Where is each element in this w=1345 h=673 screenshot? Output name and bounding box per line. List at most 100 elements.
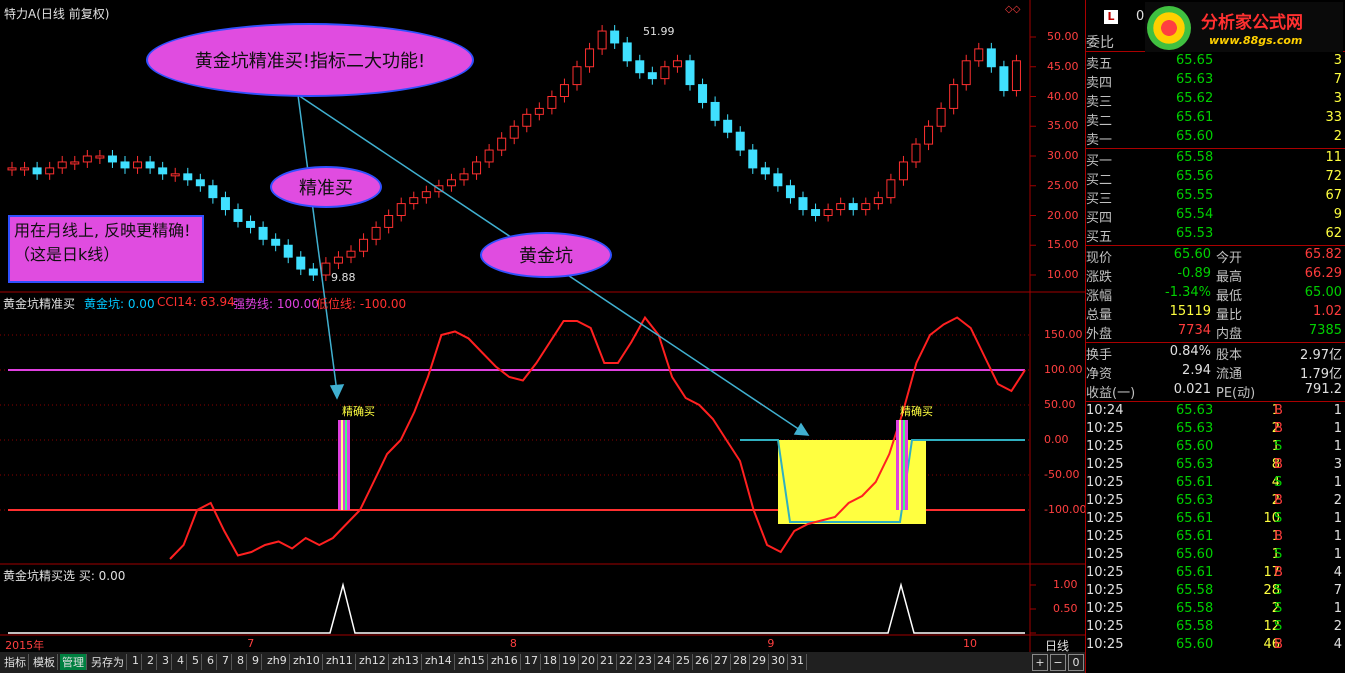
tab-27[interactable]: 27: [712, 654, 731, 670]
quote-value: 7734: [1177, 323, 1211, 338]
tab-zh11[interactable]: zh11: [324, 654, 356, 670]
quote-row: 现价 65.60 今开 65.82: [1086, 246, 1345, 266]
candle-body: [346, 250, 356, 258]
fundamental-label: 股本: [1216, 348, 1243, 363]
tab-5[interactable]: 5: [190, 654, 202, 670]
price-axis-label: 10.00: [1047, 268, 1079, 281]
candle-body: [886, 179, 896, 199]
indicator2-axis-label: 1.00: [1053, 578, 1078, 591]
reset-button[interactable]: 0: [1068, 654, 1084, 671]
fundamental-row: 净资 2.94 流通 1.79亿: [1086, 362, 1345, 382]
tab-29[interactable]: 29: [750, 654, 769, 670]
date-axis-label: 9: [767, 637, 775, 650]
tab-24[interactable]: 24: [655, 654, 674, 670]
tab-28[interactable]: 28: [731, 654, 750, 670]
tick-time: 10:25: [1086, 439, 1124, 454]
tab-21[interactable]: 21: [598, 654, 617, 670]
tick-side: S: [1274, 601, 1283, 616]
fundamental-value: 2.94: [1182, 363, 1211, 378]
tick-price: 65.58: [1176, 583, 1214, 598]
candle-body: [396, 203, 406, 217]
candle-body: [321, 262, 331, 276]
candle-body: [811, 209, 821, 217]
buy-marker-label-1: 精确买: [342, 405, 375, 418]
price-axis-label: 40.00: [1047, 89, 1079, 103]
indicator1-name: 黄金坑精准买: [3, 297, 76, 311]
tick-side: B: [1274, 421, 1283, 436]
tab-19[interactable]: 19: [560, 654, 579, 670]
indicator1-axis-label: 150.00: [1044, 328, 1083, 341]
tab-8[interactable]: 8: [235, 654, 247, 670]
tab-25[interactable]: 25: [674, 654, 693, 670]
candle-body: [572, 66, 582, 86]
candle-body: [497, 137, 507, 151]
tab-18[interactable]: 18: [541, 654, 560, 670]
tick-time: 10:25: [1086, 601, 1124, 616]
tab-管理[interactable]: 管理: [60, 654, 87, 670]
tab-20[interactable]: 20: [579, 654, 598, 670]
tab-1[interactable]: 1: [130, 654, 142, 670]
candle-body: [597, 30, 607, 50]
tab-31[interactable]: 31: [788, 654, 807, 670]
candle-body: [898, 161, 908, 181]
tick-count: 1: [1333, 421, 1342, 436]
price-axis-label: 45.00: [1047, 59, 1079, 73]
zoom-in-button[interactable]: +: [1032, 654, 1048, 671]
tick-row: 10:25 65.60 1 S 1: [1086, 546, 1345, 565]
tab-17[interactable]: 17: [522, 654, 541, 670]
bid-price: 65.58: [1176, 150, 1214, 165]
low-price-label: 9.88: [331, 271, 356, 284]
zoom-out-button[interactable]: −: [1050, 654, 1066, 671]
candle-body: [446, 179, 456, 187]
tab-4[interactable]: 4: [175, 654, 187, 670]
tab-zh10[interactable]: zh10: [291, 654, 323, 670]
indicator1-axis-label: -100.00: [1044, 503, 1087, 516]
quote-value: 65.60: [1173, 247, 1211, 262]
tab-30[interactable]: 30: [769, 654, 788, 670]
tick-time: 10:25: [1086, 529, 1124, 544]
bid-label: 买一: [1086, 154, 1113, 169]
ask-label: 卖五: [1086, 57, 1113, 72]
diamond-icon[interactable]: ◇◇: [1005, 4, 1020, 15]
fundamental-label: 净资: [1086, 367, 1113, 382]
tick-price: 65.61: [1176, 565, 1214, 580]
candle-body: [723, 119, 733, 133]
candle-body: [57, 161, 67, 169]
candle-body: [170, 173, 180, 177]
tick-row: 10:25 65.58 28 S 7: [1086, 582, 1345, 601]
tab-zh13[interactable]: zh13: [390, 654, 422, 670]
candle-body: [760, 167, 770, 175]
tab-zh9[interactable]: zh9: [265, 654, 290, 670]
tab-另存为[interactable]: 另存为: [89, 654, 127, 670]
bid-row: 买四 65.54 9: [1086, 206, 1345, 226]
tab-zh16[interactable]: zh16: [489, 654, 521, 670]
ask-label: 卖四: [1086, 76, 1113, 91]
tab-9[interactable]: 9: [250, 654, 262, 670]
tab-6[interactable]: 6: [205, 654, 217, 670]
ask-price: 65.62: [1176, 91, 1214, 106]
fundamental-label: 收益(一): [1086, 386, 1136, 401]
bid-label: 买三: [1086, 192, 1113, 207]
chart-area[interactable]: [0, 0, 1085, 673]
tab-zh15[interactable]: zh15: [456, 654, 488, 670]
tab-3[interactable]: 3: [160, 654, 172, 670]
ask-price: 65.65: [1176, 53, 1214, 68]
tab-指标[interactable]: 指标: [2, 654, 29, 670]
date-axis-label: 2015年: [5, 639, 45, 652]
tick-row: 10:25 65.63 2 B 2: [1086, 492, 1345, 511]
tab-模板[interactable]: 模板: [31, 654, 58, 670]
candle-body: [911, 143, 921, 163]
tab-26[interactable]: 26: [693, 654, 712, 670]
bid-row: 买五 65.53 62: [1086, 225, 1345, 245]
tab-2[interactable]: 2: [145, 654, 157, 670]
tab-22[interactable]: 22: [617, 654, 636, 670]
indicator1-axis-label: -50.00: [1044, 468, 1080, 481]
price-axis-label: 15.00: [1047, 238, 1079, 252]
fundamental-value: 0.021: [1173, 382, 1211, 397]
tab-zh12[interactable]: zh12: [357, 654, 389, 670]
tab-23[interactable]: 23: [636, 654, 655, 670]
tab-7[interactable]: 7: [220, 654, 232, 670]
tab-zh14[interactable]: zh14: [423, 654, 455, 670]
tick-time: 10:25: [1086, 637, 1124, 652]
callout-main: 黄金坑精准买!指标二大功能!: [146, 23, 474, 97]
